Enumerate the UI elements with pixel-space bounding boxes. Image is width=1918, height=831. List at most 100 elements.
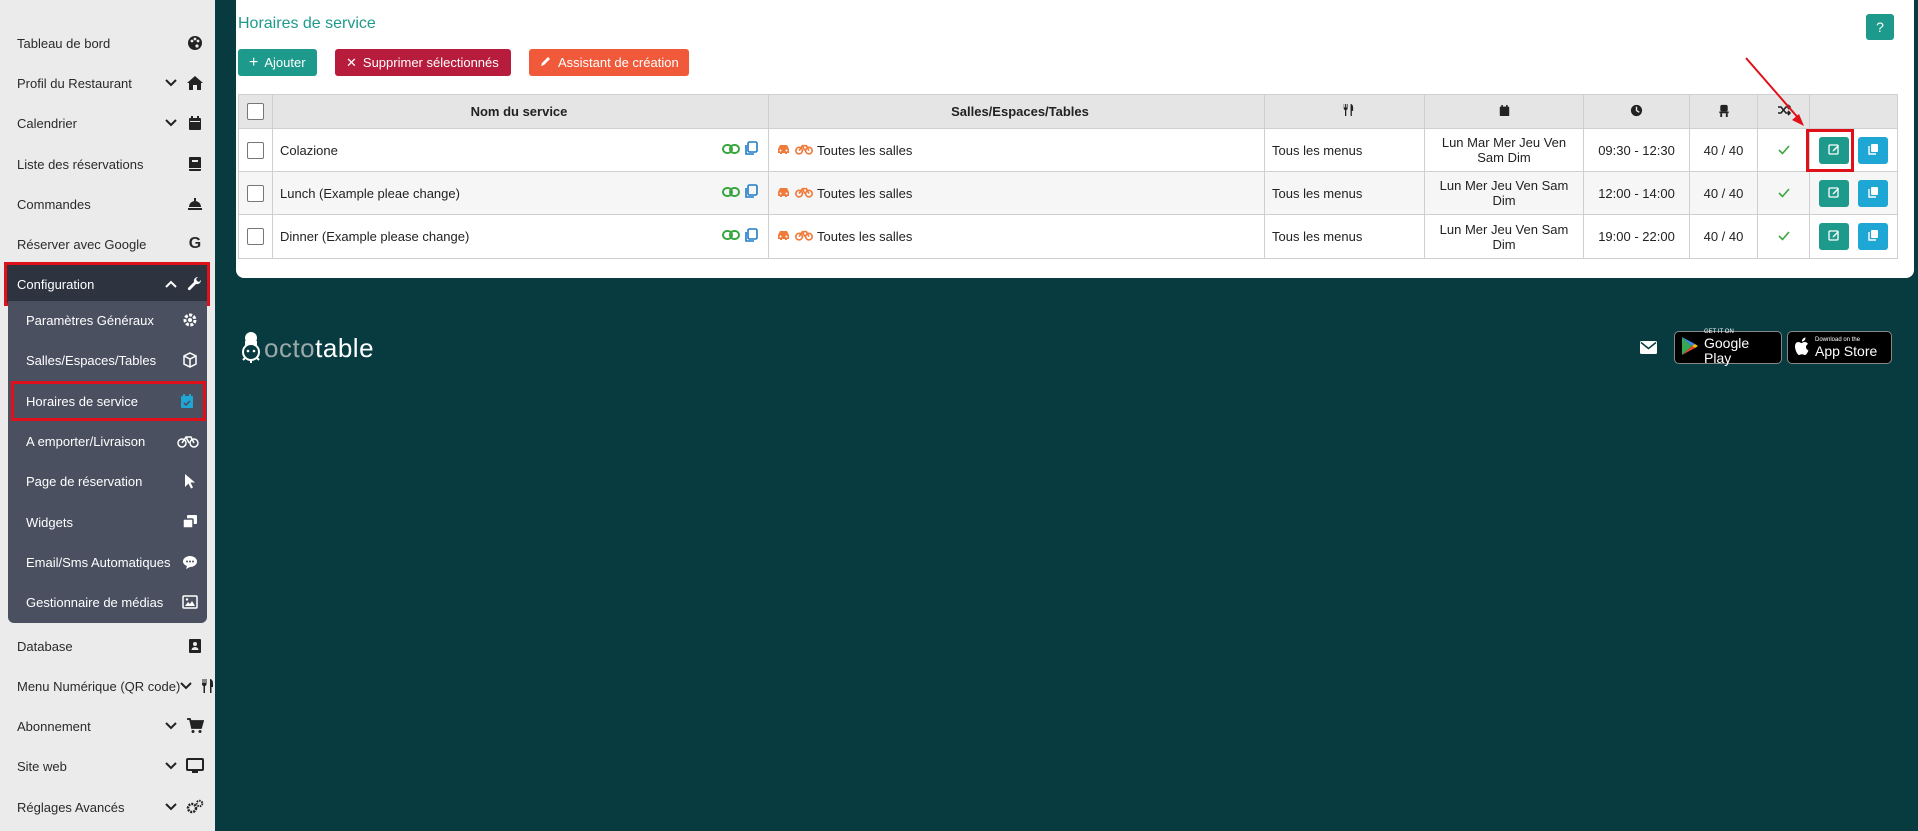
submenu-item-takeaway-delivery[interactable]: A emporter/Livraison	[8, 423, 207, 459]
submenu-item-media-manager[interactable]: Gestionnaire de médias	[8, 584, 207, 620]
app-store-badge[interactable]: Download on the App Store	[1787, 331, 1892, 364]
book-icon	[186, 155, 204, 173]
submenu-item-rooms-tables[interactable]: Salles/Espaces/Tables	[8, 342, 207, 378]
sidebar-item-calendar[interactable]: Calendrier	[0, 103, 208, 143]
chevron-down-icon	[180, 679, 193, 693]
days-cell: Lun Mer Jeu Ven Sam Dim	[1425, 172, 1584, 214]
sidebar-item-reservations-list[interactable]: Liste des réservations	[0, 144, 208, 184]
apple-icon	[1794, 337, 1810, 359]
edit-button[interactable]	[1818, 223, 1849, 250]
sidebar-item-orders[interactable]: Commandes	[0, 184, 208, 224]
bicycle-icon	[795, 186, 813, 201]
submenu-item-general-settings[interactable]: Paramètres Généraux	[8, 302, 207, 338]
menus-cell: Tous les menus	[1265, 129, 1425, 171]
sidebar-item-label: Réglages Avancés	[17, 799, 125, 815]
services-table: Nom du service Salles/Espaces/Tables Col…	[238, 94, 1898, 259]
link-icon[interactable]	[722, 229, 740, 244]
duplicate-button[interactable]	[1858, 223, 1889, 250]
logo-text-octo: octo	[264, 333, 316, 363]
select-all-checkbox[interactable]	[247, 103, 264, 120]
car-icon	[776, 186, 791, 201]
days-cell: Lun Mer Jeu Ven Sam Dim	[1425, 215, 1584, 258]
submenu-item-label: Widgets	[26, 514, 73, 530]
sidebar-item-dashboard[interactable]: Tableau de bord	[0, 23, 208, 63]
chef-mascot-icon	[240, 330, 262, 367]
mail-icon[interactable]	[1640, 341, 1657, 357]
edit-button-highlight	[1806, 129, 1854, 172]
submenu-item-label: Horaires de service	[26, 393, 138, 409]
image-icon	[181, 593, 199, 611]
table-row: Colazione Toutes les salles Tous les men…	[239, 129, 1897, 172]
service-name: Lunch (Example pleae change)	[280, 185, 460, 201]
header-select-all-cell	[239, 95, 273, 128]
hours-cell: 12:00 - 14:00	[1584, 172, 1690, 214]
menus-cell: Tous les menus	[1265, 172, 1425, 214]
bicycle-icon	[177, 432, 199, 450]
chevron-down-icon	[164, 76, 178, 90]
header-menus[interactable]	[1265, 95, 1425, 128]
chevron-down-icon	[164, 719, 178, 733]
sidebar-item-configuration[interactable]: Configuration	[4, 262, 210, 306]
copy-icon[interactable]	[744, 227, 758, 246]
car-icon	[776, 229, 791, 244]
submenu-item-widgets[interactable]: Widgets	[8, 504, 207, 540]
edit-icon	[1828, 229, 1840, 244]
delete-selected-button[interactable]: ✕ Supprimer sélectionnés	[335, 49, 511, 76]
app-store-big-text: App Store	[1815, 342, 1878, 359]
sidebar-item-subscription[interactable]: Abonnement	[0, 706, 208, 746]
capacity-cell: 40 / 40	[1690, 172, 1758, 214]
clock-icon	[1630, 104, 1643, 120]
address-book-icon	[186, 637, 204, 655]
sidebar-item-advanced-settings[interactable]: Réglages Avancés	[0, 787, 208, 827]
header-service-name[interactable]: Nom du service	[273, 95, 769, 128]
submenu-item-service-hours[interactable]: Horaires de service	[11, 381, 206, 421]
row-checkbox[interactable]	[247, 141, 264, 159]
sidebar-item-website[interactable]: Site web	[0, 746, 208, 786]
submenu-item-auto-email-sms[interactable]: Email/Sms Automatiques	[8, 544, 207, 580]
copy-icon[interactable]	[744, 141, 758, 159]
cube-icon	[181, 351, 199, 369]
duplicate-button[interactable]	[1858, 179, 1889, 207]
edit-button[interactable]	[1818, 179, 1849, 207]
row-checkbox[interactable]	[247, 184, 264, 202]
sidebar-item-reserve-with-google[interactable]: Réserver avec Google G	[0, 224, 208, 264]
rooms-value: Toutes les salles	[817, 185, 913, 201]
edit-icon	[1828, 186, 1840, 201]
sidebar-item-restaurant-profile[interactable]: Profil du Restaurant	[0, 63, 208, 103]
rooms-value: Toutes les salles	[817, 229, 913, 244]
sidebar-item-label: Configuration	[17, 276, 95, 292]
row-select-cell	[239, 172, 273, 214]
table-row: Dinner (Example please change) Toutes le…	[239, 215, 1897, 258]
sidebar-item-database[interactable]: Database	[0, 626, 208, 666]
copy-icon	[1867, 229, 1879, 244]
sidebar-item-label: Site web	[17, 758, 67, 774]
google-play-badge[interactable]: GET IT ON Google Play	[1674, 329, 1782, 366]
submenu-item-booking-page[interactable]: Page de réservation	[8, 463, 207, 499]
wrench-icon	[186, 275, 204, 293]
annotation-arrow	[1745, 57, 1804, 126]
help-button[interactable]: ?	[1866, 14, 1894, 40]
sidebar: Tableau de bord Profil du Restaurant Cal…	[0, 0, 215, 831]
submenu-item-label: Email/Sms Automatiques	[26, 554, 171, 570]
days-value: Lun Mar Mer Jeu Ven Sam Dim	[1441, 135, 1567, 165]
google-play-icon	[1681, 336, 1699, 359]
row-checkbox[interactable]	[247, 228, 264, 245]
copy-icon[interactable]	[744, 184, 758, 202]
header-hours[interactable]	[1584, 95, 1690, 128]
creation-wizard-button[interactable]: Assistant de création	[529, 49, 689, 76]
hours-cell: 09:30 - 12:30	[1584, 129, 1690, 171]
duplicate-button[interactable]	[1858, 136, 1889, 164]
sidebar-item-digital-menu[interactable]: Menu Numérique (QR code)	[0, 666, 214, 706]
header-rooms[interactable]: Salles/Espaces/Tables	[769, 95, 1265, 128]
utensils-icon	[1342, 103, 1354, 120]
octotable-logo: octotable	[240, 330, 374, 367]
capacity-cell: 40 / 40	[1690, 129, 1758, 171]
add-service-button[interactable]: + Ajouter	[238, 49, 317, 76]
wizard-button-label: Assistant de création	[558, 55, 679, 70]
link-icon[interactable]	[722, 186, 740, 201]
rooms-cell: Toutes les salles	[769, 129, 1265, 171]
actions-cell	[1810, 172, 1897, 214]
link-icon[interactable]	[722, 143, 740, 158]
service-name: Dinner (Example please change)	[280, 229, 470, 244]
header-days[interactable]	[1425, 95, 1584, 128]
